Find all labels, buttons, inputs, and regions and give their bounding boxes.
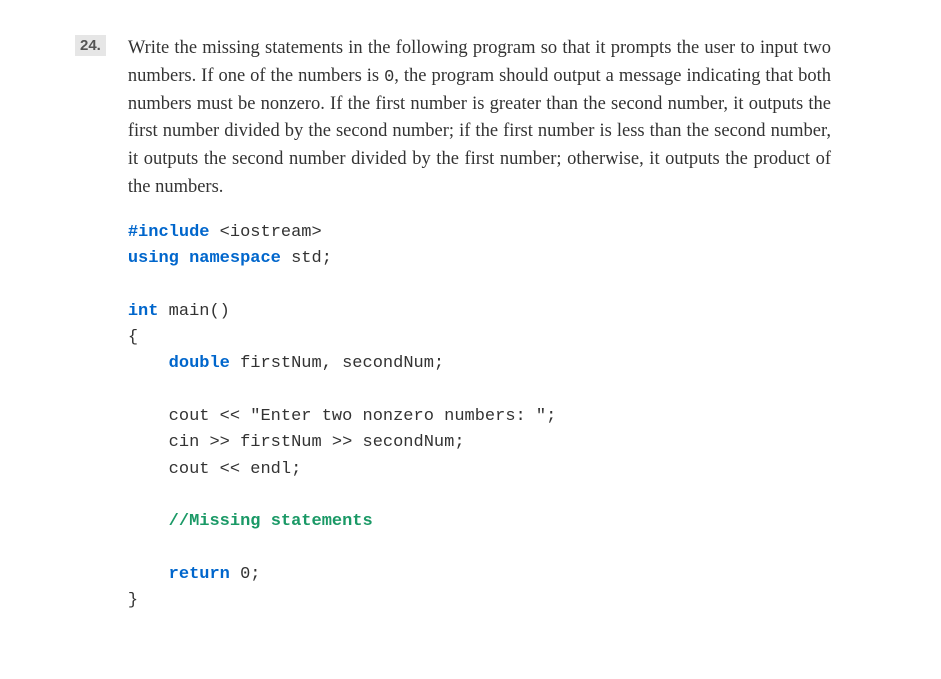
problem-inline-code-zero: 0	[384, 68, 394, 87]
code-cin-line: cin >> firstNum >> secondNum;	[128, 433, 465, 452]
code-brace-close: }	[128, 591, 138, 610]
code-include-header: <iostream>	[209, 223, 321, 242]
code-using-keyword: using namespace	[128, 249, 281, 268]
code-brace-open: {	[128, 328, 138, 347]
problem-number: 24.	[75, 35, 106, 56]
problem-container: 24. Write the missing statements in the …	[75, 35, 831, 615]
code-cout-line1: cout << "Enter two nonzero numbers: ";	[128, 407, 556, 426]
code-return-keyword: return	[169, 565, 230, 584]
problem-content: Write the missing statements in the foll…	[128, 35, 831, 615]
code-int-keyword: int	[128, 302, 159, 321]
code-return-value: 0;	[230, 565, 261, 584]
code-using-value: std;	[281, 249, 332, 268]
code-double-keyword: double	[169, 354, 230, 373]
code-cout-line2: cout << endl;	[128, 460, 301, 479]
code-main-signature: main()	[158, 302, 229, 321]
code-comment-missing: //Missing statements	[169, 512, 373, 531]
problem-text: Write the missing statements in the foll…	[128, 35, 831, 202]
code-include-directive: #include	[128, 223, 210, 242]
code-block: #include <iostream> using namespace std;…	[128, 220, 831, 615]
code-double-decl: firstNum, secondNum;	[230, 354, 444, 373]
